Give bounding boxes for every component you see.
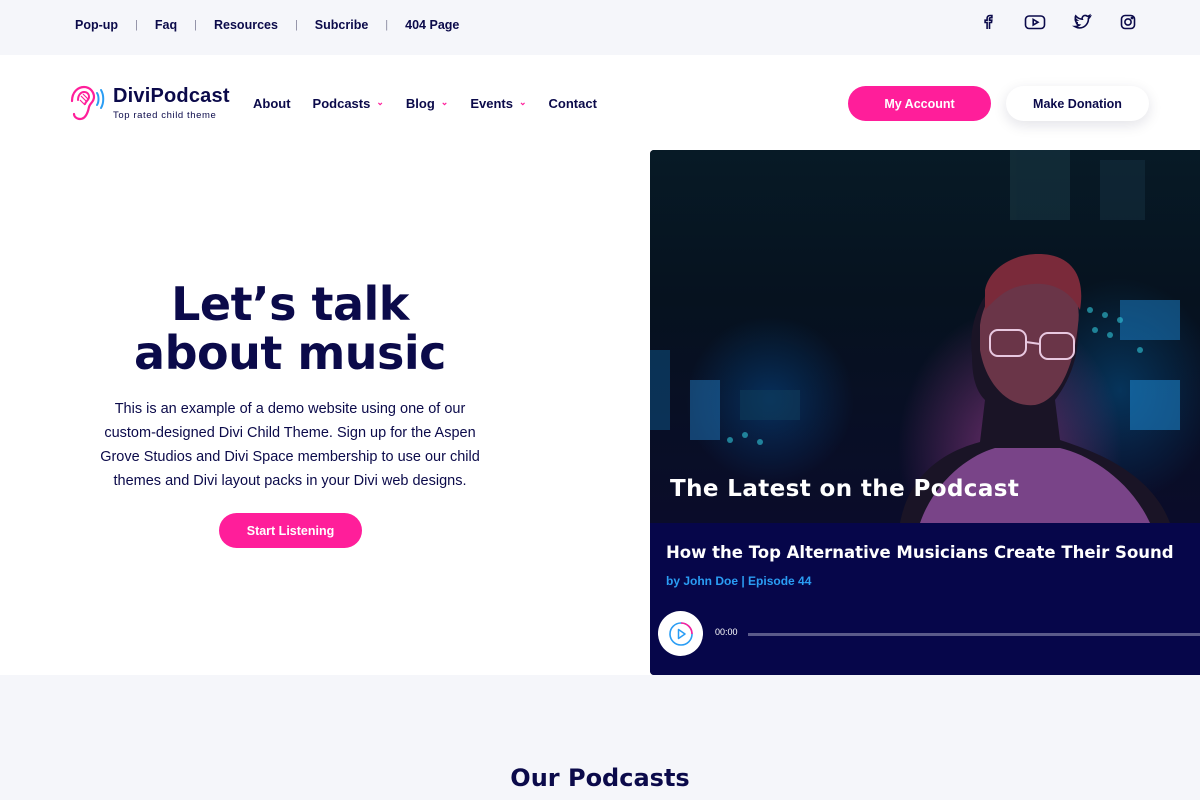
episode-title[interactable]: How the Top Alternative Musicians Create… [666,543,1174,562]
site-header: DiviPodcast Top rated child theme About … [0,55,1200,150]
nav-label: Blog [405,96,435,111]
chevron-down-icon: ⌄ [376,97,384,107]
facebook-icon[interactable] [978,12,998,32]
audio-player: 00:00 [658,611,1200,657]
our-podcasts-section: Our Podcasts [0,675,1200,800]
nav-item-about[interactable]: About [253,96,291,111]
play-icon [668,621,693,646]
ear-logo-icon [70,85,105,121]
nav-label: Podcasts [312,96,371,111]
podcast-hero-image: The Latest on the Podcast [650,150,1200,523]
separator: | [194,19,197,31]
separator: | [135,19,138,31]
my-account-button[interactable]: My Account [848,86,991,121]
chevron-down-icon: ⌄ [440,97,449,107]
top-links: Pop-up | Faq | Resources | Subcribe | 40… [75,18,459,32]
nav-item-blog[interactable]: Blog ⌄ [406,96,448,111]
top-bar: Pop-up | Faq | Resources | Subcribe | 40… [0,0,1200,55]
start-listening-button[interactable]: Start Listening [219,513,362,548]
instagram-icon[interactable] [1118,12,1138,32]
main-nav: About Podcasts ⌄ Blog ⌄ Events ⌄ Contact [253,96,597,111]
player-time: 00:00 [715,627,738,637]
toplink-404[interactable]: 404 Page [405,18,459,32]
hero-description: This is an example of a demo website usi… [100,401,480,489]
separator: | [294,19,298,31]
play-button[interactable] [658,611,703,656]
nav-item-podcasts[interactable]: Podcasts ⌄ [313,96,384,111]
hero-title-line: about music [134,326,446,380]
site-logo[interactable]: DiviPodcast Top rated child theme [63,81,230,125]
hero-title-line: Let’s talk [171,277,409,331]
toplink-resources[interactable]: Resources [214,18,278,32]
episode-panel: How the Top Alternative Musicians Create… [650,523,1200,675]
twitter-icon[interactable] [1071,12,1093,32]
chevron-down-icon: ⌄ [518,97,527,107]
latest-podcast-card: The Latest on the Podcast How the Top Al… [650,150,1200,675]
make-donation-button[interactable]: Make Donation [1006,86,1149,121]
logo-title: DiviPodcast [113,85,230,107]
hero-title: Let’s talk about music [90,280,490,378]
nav-label: Contact [548,96,597,111]
social-links [978,12,1138,32]
youtube-icon[interactable] [1024,12,1046,32]
latest-podcast-heading: The Latest on the Podcast [670,476,1020,502]
player-progress-track[interactable] [748,633,1200,636]
separator: | [385,19,389,31]
nav-item-contact[interactable]: Contact [549,96,597,111]
nav-label: Events [470,96,513,111]
toplink-faq[interactable]: Faq [155,18,177,32]
nav-item-events[interactable]: Events ⌄ [470,96,526,111]
nav-label: About [253,96,291,111]
toplink-subscribe[interactable]: Subcribe [315,18,369,32]
logo-tagline: Top rated child theme [113,110,217,121]
toplink-popup[interactable]: Pop-up [75,18,118,32]
section-title: Our Podcasts [510,764,690,792]
episode-meta: by John Doe | Episode 44 [666,574,812,588]
